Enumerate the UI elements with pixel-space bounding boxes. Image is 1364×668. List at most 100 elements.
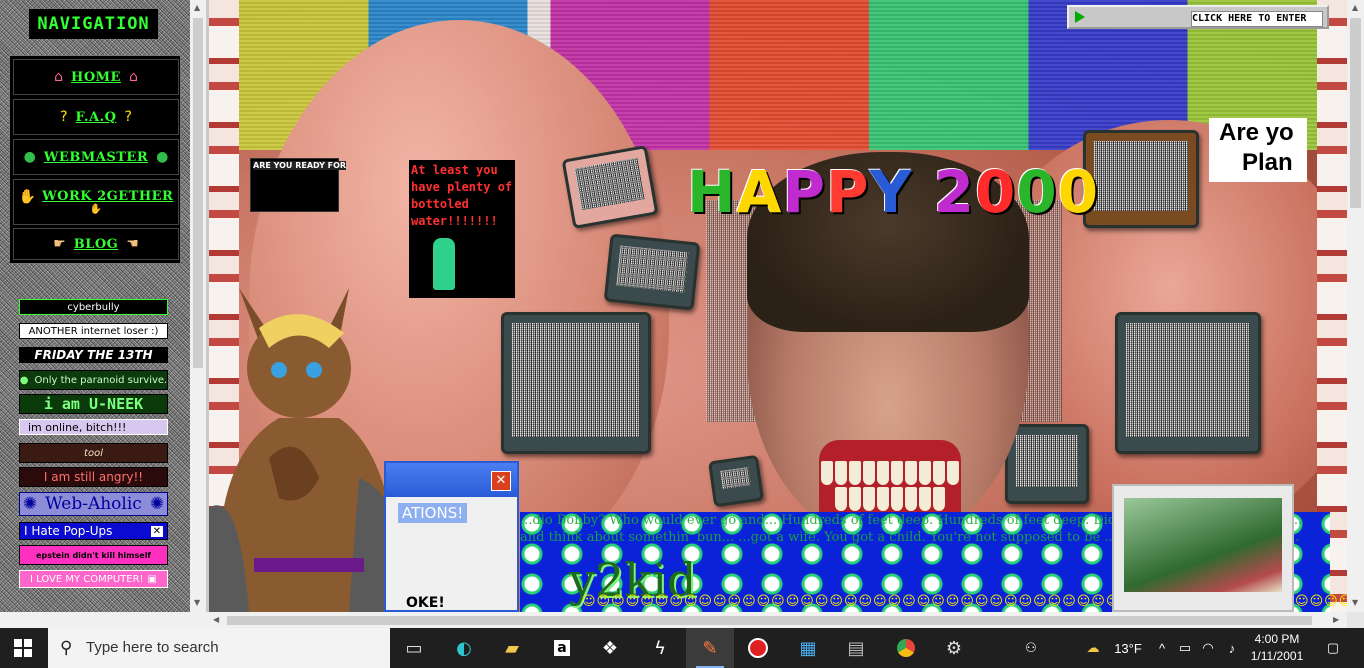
happy-2000-title: HAPPY 2000 — [687, 158, 1099, 226]
people-icon[interactable]: ⚇ — [1014, 628, 1048, 668]
clock-time: 4:00 PM — [1254, 632, 1300, 646]
tv-icon — [603, 233, 701, 311]
chrome-icon[interactable] — [882, 628, 930, 668]
main-frame: CLICK HERE TO ENTER Are yo Plan ARE YOU … — [209, 0, 1347, 612]
house-icon: ⌂ — [128, 69, 138, 85]
clock-date: 1/11/2001 — [1250, 649, 1304, 663]
calculator-icon[interactable]: ▤ — [832, 628, 880, 668]
badge-still-angry[interactable]: I am still angry!! — [19, 467, 168, 487]
dropbox-icon[interactable]: ❖ — [586, 628, 634, 668]
main-horizontal-scrollbar[interactable]: ◀ ▶ — [209, 612, 1347, 628]
badge-epstein[interactable]: epstein didn't kill himself — [19, 545, 168, 565]
happy-2000-letter: H — [687, 158, 737, 226]
weather-icon[interactable]: ☁ — [1078, 628, 1108, 668]
edge-icon[interactable]: ◐ — [440, 628, 488, 668]
scroll-down-icon[interactable]: ▼ — [194, 598, 200, 607]
scroll-up-icon[interactable]: ▲ — [1352, 3, 1358, 12]
horizontal-scroll-thumb[interactable] — [227, 616, 1312, 625]
tv-icon — [1115, 312, 1261, 454]
globe-icon: ● — [156, 149, 169, 165]
media-icon[interactable]: ▦ — [784, 628, 832, 668]
navigation-title: NAVIGATION — [29, 9, 158, 39]
bolt-icon[interactable]: ϟ — [636, 628, 684, 668]
play-icon — [1075, 11, 1085, 23]
garden-photo — [1124, 498, 1282, 592]
amazon-icon[interactable]: a — [538, 628, 586, 668]
happy-2000-letter: Y — [869, 158, 913, 226]
question-icon: ? — [124, 109, 132, 125]
happy-2000-letter: 0 — [1016, 158, 1058, 226]
question-icon: ? — [60, 109, 68, 125]
pointing-hand-icon: ☛ — [53, 236, 66, 252]
handshake-icon: ✋ — [89, 204, 103, 215]
taskbar-clock[interactable]: 4:00 PM 1/11/2001 — [1240, 631, 1314, 665]
badge-paranoid[interactable]: ● Only the paranoid survive. — [19, 370, 168, 390]
happy-2000-letter: 2 — [933, 158, 976, 226]
pointing-hand-icon: ☚ — [126, 236, 139, 252]
nav-item-faq[interactable]: ? F.A.Q ? — [13, 99, 179, 135]
nav-horizontal-scrollbar[interactable] — [0, 612, 209, 628]
enter-link-bar[interactable]: CLICK HERE TO ENTER — [1067, 5, 1329, 29]
nav-item-home[interactable]: ⌂ HOME ⌂ — [13, 59, 179, 95]
volume-icon[interactable]: ♪ — [1222, 628, 1242, 668]
main-scroll-thumb[interactable] — [1350, 18, 1361, 208]
pen-tool-icon[interactable]: ✎ — [686, 628, 734, 668]
windows-logo-icon — [14, 639, 32, 657]
nav-item-work-together[interactable]: ✋ WORK 2GETHER ✋ — [13, 179, 179, 225]
start-button[interactable] — [0, 628, 46, 668]
are-you-ready-box: ARE YOU READY FOR — [250, 158, 347, 212]
tv-icon — [561, 145, 659, 229]
badge-friday-13th[interactable]: FRIDAY THE 13TH — [19, 347, 168, 363]
badge-web-aholic[interactable]: ✺ Web-Aholic ✺ — [19, 492, 168, 516]
file-explorer-icon[interactable]: ▰ — [488, 628, 536, 668]
badge-tool[interactable]: tool — [19, 443, 168, 463]
happy-2000-letter: 0 — [1057, 158, 1100, 226]
handshake-icon: ✋ — [18, 188, 37, 205]
badge-internet-loser[interactable]: ANOTHER internet loser :) — [19, 323, 168, 339]
badge-u-neek[interactable]: i am U-NEEK — [19, 394, 168, 414]
dialog-bottom-text: OKE! — [406, 595, 445, 611]
record-icon[interactable] — [734, 628, 782, 668]
tv-icon — [1083, 130, 1199, 228]
water-bottle-image — [433, 238, 455, 290]
close-icon: ✕ — [150, 525, 163, 537]
notification-icon[interactable]: ▢ — [1318, 628, 1348, 668]
scroll-down-icon[interactable]: ▼ — [1352, 598, 1358, 607]
badge-hate-popups[interactable]: I Hate Pop-Ups ✕ — [19, 522, 168, 540]
chevron-up-icon[interactable]: ^ — [1152, 628, 1172, 668]
weather-temperature[interactable]: 13°F — [1108, 628, 1148, 668]
alien-icon: ● — [19, 374, 29, 386]
tv-icon — [501, 312, 651, 454]
nav-item-blog[interactable]: ☛ BLOG ☚ — [13, 228, 179, 260]
wifi-icon[interactable]: ◠ — [1198, 628, 1218, 668]
house-icon: ⌂ — [54, 69, 64, 85]
badge-im-online[interactable]: im online, bitch!!! — [19, 419, 168, 435]
computer-icon: ▣ — [147, 573, 157, 585]
dialog-message: ATIONS! — [398, 503, 468, 523]
nav-item-webmaster[interactable]: ● WEBMASTER ● — [13, 139, 179, 175]
scroll-right-icon[interactable]: ▶ — [1333, 615, 1339, 624]
nav-scroll-thumb[interactable] — [193, 18, 203, 368]
battery-icon[interactable]: ▭ — [1174, 628, 1196, 668]
scroll-up-icon[interactable]: ▲ — [194, 3, 200, 12]
globe-icon: ● — [23, 149, 36, 165]
popup-dialog[interactable]: ✕ ATIONS! OKE! — [384, 461, 519, 612]
navigation-frame: NAVIGATION ⌂ HOME ⌂ ? F.A.Q ? ● WEBMASTE… — [0, 0, 190, 612]
search-placeholder[interactable]: Type here to search — [86, 639, 219, 656]
tv-icon — [1005, 424, 1089, 504]
scroll-left-icon[interactable]: ◀ — [213, 615, 219, 624]
settings-icon[interactable]: ⚙ — [930, 628, 978, 668]
navigation-menu: ⌂ HOME ⌂ ? F.A.Q ? ● WEBMASTER ● ✋ WORK … — [9, 55, 181, 264]
bottled-water-box: At least you have plenty of bottoled wat… — [409, 160, 515, 298]
nav-vertical-scrollbar[interactable]: ▲ ▼ — [190, 0, 206, 612]
badge-cyberbully[interactable]: cyberbully — [19, 299, 168, 315]
task-view-icon[interactable]: ▭ — [390, 628, 438, 668]
dialog-close-button[interactable]: ✕ — [491, 471, 511, 491]
happy-2000-letter: P — [825, 158, 870, 226]
taskbar-search-box[interactable]: ⚲ Type here to search — [48, 628, 390, 668]
main-vertical-scrollbar[interactable]: ▲ ▼ — [1347, 0, 1364, 612]
badge-love-computer[interactable]: I LOVE MY COMPUTER! ▣ — [19, 570, 168, 588]
tv-icon — [708, 454, 764, 508]
garden-photo-frame — [1112, 484, 1294, 612]
enter-link[interactable]: CLICK HERE TO ENTER — [1191, 11, 1323, 27]
